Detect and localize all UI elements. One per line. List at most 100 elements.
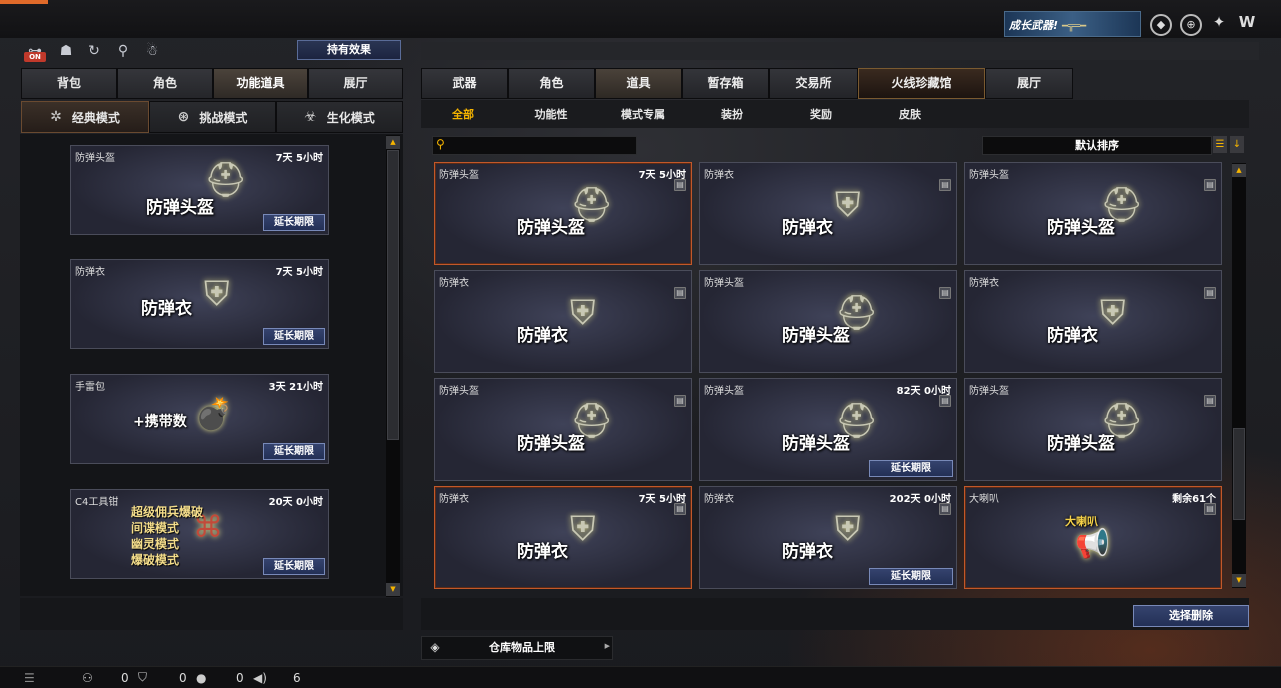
grid-scroll-thumb[interactable] bbox=[1233, 428, 1245, 520]
trash-icon[interactable]: ▤ bbox=[939, 179, 951, 191]
tab-items[interactable]: 道具 bbox=[595, 68, 682, 99]
item-name: 防弹头盔 bbox=[75, 153, 115, 164]
scroll-thumb[interactable] bbox=[387, 150, 399, 440]
sort-select[interactable]: 默认排序 bbox=[982, 136, 1212, 155]
sort-direction-icon[interactable]: ↓ bbox=[1230, 136, 1244, 153]
subtab-mode-exclusive[interactable]: 模式专属 bbox=[597, 106, 689, 122]
subtab-reward[interactable]: 奖励 bbox=[775, 106, 867, 122]
left-bottom-bar bbox=[20, 598, 403, 630]
tab-weapons[interactable]: 武器 bbox=[421, 68, 508, 99]
grid-item[interactable]: 防弹头盔 ▤ ⛑ 防弹头盔 bbox=[699, 270, 957, 373]
item-name: 防弹头盔 bbox=[439, 386, 479, 397]
trash-icon[interactable]: ▤ bbox=[1204, 503, 1216, 515]
tab-gallery-right[interactable]: 展厅 bbox=[985, 68, 1073, 99]
tab-exchange[interactable]: 交易所 bbox=[769, 68, 858, 99]
list-item[interactable]: C4工具钳 20天 0小时 ⌘ 超级佣兵爆破 间谍模式 幽灵模式 爆破模式 延长… bbox=[70, 489, 329, 579]
trash-icon[interactable]: ▤ bbox=[1204, 179, 1216, 191]
vest-icon: ⛨ bbox=[835, 509, 861, 549]
tab-storage[interactable]: 暂存箱 bbox=[682, 68, 769, 99]
extend-button[interactable]: 延长期限 bbox=[869, 568, 953, 585]
brand-logo-icon[interactable]: W bbox=[1236, 14, 1258, 36]
grid-item[interactable]: 防弹衣 202天 0小时 ▤ ⛨ 防弹衣 延长期限 bbox=[699, 486, 957, 589]
trash-icon[interactable]: ▤ bbox=[1204, 287, 1216, 299]
layers-icon: ◈ bbox=[430, 640, 440, 654]
mode-classic[interactable]: ✲ 经典模式 bbox=[21, 101, 149, 133]
promo-banner[interactable]: 成长武器! ━╦═━ bbox=[1004, 11, 1141, 37]
right-tabs: 武器 角色 道具 暂存箱 交易所 火线珍藏馆 展厅 bbox=[421, 68, 1073, 99]
status-count: 0 bbox=[121, 670, 129, 685]
mode-challenge[interactable]: ⊛ 挑战模式 bbox=[149, 101, 276, 133]
team-icon[interactable]: ☗ bbox=[57, 42, 75, 60]
trash-icon[interactable]: ▤ bbox=[939, 395, 951, 407]
grid-item[interactable]: 大喇叭 剩余61个 ▤ 📢 大喇叭 bbox=[964, 486, 1222, 589]
scroll-up-icon[interactable]: ▲ bbox=[386, 136, 400, 149]
binoculars-icon: ⚇ bbox=[82, 670, 93, 685]
storage-limit-bar[interactable]: ◈ 仓库物品上限 ▶ bbox=[421, 636, 613, 660]
grid-scroll-up-icon[interactable]: ▲ bbox=[1232, 164, 1246, 177]
menu-icon[interactable]: ☰ bbox=[24, 671, 35, 685]
sub-tabs: 全部 功能性 模式专属 装扮 奖励 皮肤 bbox=[421, 100, 1249, 128]
subtab-functional[interactable]: 功能性 bbox=[505, 106, 597, 122]
grid-item[interactable]: 防弹头盔 ▤ ⛑ 防弹头盔 bbox=[964, 162, 1222, 265]
grid-item[interactable]: 防弹衣 7天 5小时 ▤ ⛨ 防弹衣 bbox=[434, 486, 692, 589]
globe-icon[interactable]: ⊕ bbox=[1180, 14, 1202, 36]
tab-collection[interactable]: 火线珍藏馆 bbox=[858, 68, 985, 99]
refresh-icon[interactable]: ↻ bbox=[85, 42, 103, 60]
tab-characters[interactable]: 角色 bbox=[508, 68, 595, 99]
scroll-down-icon[interactable]: ▼ bbox=[386, 583, 400, 596]
trash-icon[interactable]: ▤ bbox=[674, 503, 686, 515]
status-count: 0 bbox=[236, 670, 244, 685]
list-item[interactable]: 手雷包 3天 21小时 💣 +携带数 延长期限 bbox=[70, 374, 329, 464]
item-name: 防弹头盔 bbox=[969, 386, 1009, 397]
item-label: 防弹头盔 bbox=[517, 218, 585, 238]
wrench-icon[interactable]: ✦ bbox=[1208, 14, 1230, 36]
extend-button[interactable]: 延长期限 bbox=[869, 460, 953, 477]
grid-item[interactable]: 防弹衣 ▤ ⛨ 防弹衣 bbox=[699, 162, 957, 265]
right-scrollbar[interactable] bbox=[1232, 163, 1246, 588]
item-name: 防弹头盔 bbox=[969, 170, 1009, 181]
tab-functional-items[interactable]: 功能道具 bbox=[213, 68, 308, 99]
grid-item[interactable]: 防弹头盔 ▤ ⛑ 防弹头盔 bbox=[434, 378, 692, 481]
trash-icon[interactable]: ▤ bbox=[674, 179, 686, 191]
mode-biochemical[interactable]: ☣ 生化模式 bbox=[276, 101, 403, 133]
grid-item[interactable]: 防弹衣 ▤ ⛨ 防弹衣 bbox=[434, 270, 692, 373]
item-time: 20天 0小时 bbox=[268, 497, 323, 508]
trash-icon[interactable]: ▤ bbox=[939, 503, 951, 515]
top-left-button[interactable] bbox=[0, 0, 48, 4]
grid-scroll-down-icon[interactable]: ▼ bbox=[1232, 574, 1246, 587]
list-item[interactable]: 防弹头盔 7天 5小时 ⛑ 防弹头盔 延长期限 bbox=[70, 145, 329, 235]
grid-item[interactable]: 防弹头盔 7天 5小时 ▤ ⛑ 防弹头盔 bbox=[434, 162, 692, 265]
right-header-strip bbox=[421, 42, 1259, 60]
trash-icon[interactable]: ▤ bbox=[939, 287, 951, 299]
pet-icon[interactable]: ☃ bbox=[143, 42, 161, 60]
person-icon[interactable]: ⚲ bbox=[114, 42, 132, 60]
search-input[interactable]: ⚲ bbox=[432, 136, 637, 155]
select-delete-button[interactable]: 选择删除 bbox=[1133, 605, 1249, 627]
subtab-costume[interactable]: 装扮 bbox=[689, 106, 775, 122]
grid-item[interactable]: 防弹衣 ▤ ⛨ 防弹衣 bbox=[964, 270, 1222, 373]
vest-icon: ⛨ bbox=[570, 509, 596, 549]
subtab-all[interactable]: 全部 bbox=[421, 106, 505, 122]
item-label: 防弹衣 bbox=[141, 299, 192, 319]
tab-character[interactable]: 角色 bbox=[117, 68, 213, 99]
extend-button[interactable]: 延长期限 bbox=[263, 558, 325, 575]
grid-item[interactable]: 防弹头盔 ▤ ⛑ 防弹头盔 bbox=[964, 378, 1222, 481]
grid-item[interactable]: 防弹头盔 82天 0小时 ▤ ⛑ 防弹头盔 延长期限 bbox=[699, 378, 957, 481]
item-label: 防弹衣 bbox=[1047, 326, 1098, 346]
trash-icon[interactable]: ▤ bbox=[674, 287, 686, 299]
subtab-skin[interactable]: 皮肤 bbox=[867, 106, 953, 122]
extend-button[interactable]: 延长期限 bbox=[263, 214, 325, 231]
tab-gallery[interactable]: 展厅 bbox=[308, 68, 403, 99]
extend-button[interactable]: 延长期限 bbox=[263, 328, 325, 345]
extend-button[interactable]: 延长期限 bbox=[263, 443, 325, 460]
mode-line: 间谍模式 bbox=[131, 521, 180, 535]
shield-icon[interactable]: ◆ bbox=[1150, 14, 1172, 36]
list-view-icon[interactable]: ☰ bbox=[1213, 136, 1227, 153]
expand-arrow-icon[interactable]: ▶ bbox=[605, 642, 610, 650]
effects-button[interactable]: 持有效果 bbox=[297, 40, 401, 60]
trash-icon[interactable]: ▤ bbox=[674, 395, 686, 407]
list-item[interactable]: 防弹衣 7天 5小时 ⛨ 防弹衣 延长期限 bbox=[70, 259, 329, 349]
biohazard-icon: ☣ bbox=[304, 109, 317, 125]
tab-bag[interactable]: 背包 bbox=[21, 68, 117, 99]
trash-icon[interactable]: ▤ bbox=[1204, 395, 1216, 407]
